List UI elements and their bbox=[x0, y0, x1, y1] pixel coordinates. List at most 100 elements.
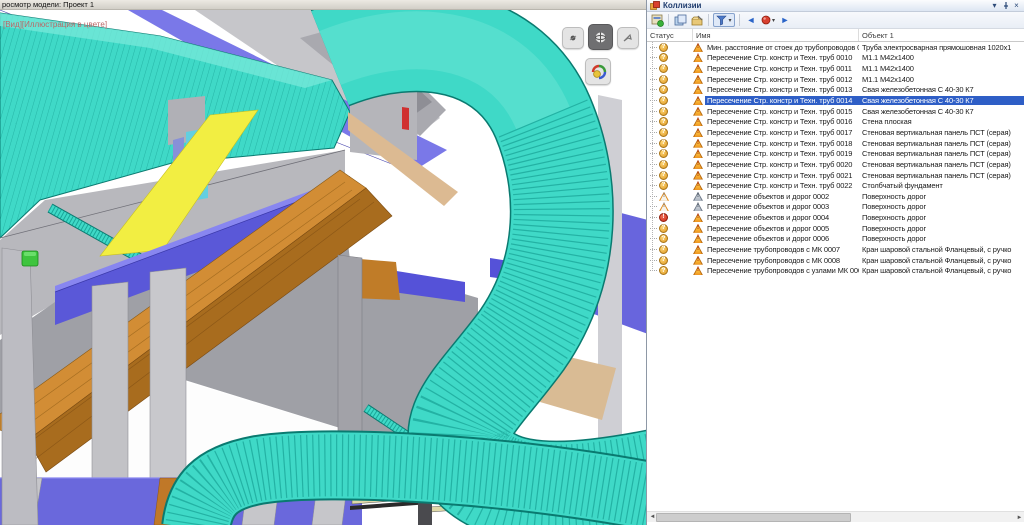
status-question-icon: ? bbox=[659, 160, 668, 169]
collision-row[interactable]: ?!Пересечение Стр. констр и Техн. труб 0… bbox=[647, 106, 1024, 117]
status-question-icon: ? bbox=[659, 96, 668, 105]
collision-row[interactable]: ?!Пересечение Стр. констр и Техн. труб 0… bbox=[647, 127, 1024, 138]
status-question-icon: ? bbox=[659, 245, 668, 254]
column-header-name[interactable]: Имя bbox=[693, 29, 859, 41]
collision-marker-green bbox=[22, 251, 38, 266]
collision-row[interactable]: ?!Пересечение Стр. констр и Техн. труб 0… bbox=[647, 170, 1024, 181]
orbit-button[interactable] bbox=[588, 24, 613, 50]
collision-object: Поверхность дорог bbox=[859, 192, 1024, 201]
collision-warning-icon: ! bbox=[693, 224, 703, 233]
select-button[interactable] bbox=[617, 27, 639, 49]
collision-warning-icon: ! bbox=[693, 43, 703, 52]
collision-row[interactable]: !!Пересечение объектов и дорог 0002Повер… bbox=[647, 191, 1024, 202]
status-question-icon: ? bbox=[659, 107, 668, 116]
status-cell: ? bbox=[647, 256, 693, 265]
collision-row[interactable]: ?!Пересечение трубопроводов с МК 0008Кра… bbox=[647, 255, 1024, 266]
collision-warning-icon: ! bbox=[693, 107, 703, 116]
panel-menu-button[interactable]: ▾ bbox=[990, 1, 999, 10]
collision-object: Поверхность дорог bbox=[859, 224, 1024, 233]
status-cell: ? bbox=[647, 234, 693, 243]
collision-row[interactable]: ?!Пересечение Стр. констр и Техн. труб 0… bbox=[647, 63, 1024, 74]
scrollbar-thumb[interactable] bbox=[656, 513, 851, 522]
collision-row[interactable]: ?!Пересечение Стр. констр и Техн. труб 0… bbox=[647, 159, 1024, 170]
collision-object: Стеновая вертикальная панель ПСТ (серая) bbox=[859, 171, 1024, 180]
collision-warning-icon: ! bbox=[693, 149, 703, 158]
status-cell: ? bbox=[647, 107, 693, 116]
status-cell: ? bbox=[647, 96, 693, 105]
export-icon[interactable] bbox=[690, 13, 704, 27]
collision-warning-icon: ! bbox=[693, 117, 703, 126]
status-cell: ? bbox=[647, 171, 693, 180]
status-question-icon: ? bbox=[659, 43, 668, 52]
collision-list: ? !Мин. расстояние от стоек до трубопрово… bbox=[647, 42, 1024, 276]
collision-row[interactable]: ?!Пересечение объектов и дорог 0006Повер… bbox=[647, 234, 1024, 245]
collision-object: Кран шаровой стальной Фланцевый, с ручко bbox=[859, 266, 1024, 275]
collision-row[interactable]: ?!Пересечение Стр. констр и Техн. труб 0… bbox=[647, 180, 1024, 191]
locate-collision-icon[interactable]: ▾ bbox=[761, 13, 775, 27]
collision-row[interactable]: ? !Мин. расстояние от стоек до трубопрово… bbox=[647, 42, 1024, 53]
collision-row[interactable]: ?!Пересечение Стр. констр и Техн. труб 0… bbox=[647, 53, 1024, 64]
name-cell: !Мин. расстояние от стоек до трубопровод… bbox=[693, 43, 859, 52]
viewport-title: росмотр модели: Проект 1 bbox=[0, 0, 646, 10]
collision-name: Пересечение трубопроводов с МК 0008 bbox=[705, 256, 842, 265]
walk-button[interactable] bbox=[585, 58, 611, 85]
filter-icon[interactable]: ▾ bbox=[713, 13, 735, 27]
collision-row[interactable]: ? !Пересечение Стр. констр и Техн. труб 0… bbox=[647, 95, 1024, 106]
collision-row[interactable]: !!Пересечение объектов и дорог 0004Повер… bbox=[647, 212, 1024, 223]
pin-icon[interactable] bbox=[1001, 1, 1010, 10]
pan-button[interactable] bbox=[562, 27, 584, 49]
column-header-status[interactable]: Статус bbox=[647, 29, 693, 41]
prev-collision-icon[interactable]: ◄ bbox=[744, 13, 758, 27]
close-icon[interactable]: × bbox=[1012, 1, 1021, 10]
collision-row[interactable]: ?!Пересечение Стр. констр и Техн. труб 0… bbox=[647, 116, 1024, 127]
status-question-icon: ? bbox=[659, 85, 668, 94]
collisions-toolbar: ▾ ◄ ▾ ► bbox=[647, 12, 1024, 29]
collision-name: Пересечение Стр. констр и Техн. труб 001… bbox=[705, 75, 854, 84]
column-header-object[interactable]: Объект 1 bbox=[859, 29, 1024, 41]
name-cell: !Пересечение объектов и дорог 0002 bbox=[693, 192, 859, 201]
status-cell: ? bbox=[647, 224, 693, 233]
collision-row[interactable]: ?!Пересечение Стр. констр и Техн. труб 0… bbox=[647, 138, 1024, 149]
name-cell: !Пересечение Стр. констр и Техн. труб 00… bbox=[693, 171, 859, 180]
collision-row[interactable]: ?!Пересечение объектов и дорог 0005Повер… bbox=[647, 223, 1024, 234]
collision-warning-icon: ! bbox=[693, 53, 703, 62]
next-collision-icon[interactable]: ► bbox=[778, 13, 792, 27]
collision-object: Поверхность дорог bbox=[859, 234, 1024, 243]
collision-name: Пересечение Стр. констр и Техн. труб 002… bbox=[705, 171, 854, 180]
collision-row[interactable]: !!Пересечение объектов и дорог 0003Повер… bbox=[647, 202, 1024, 213]
grid-header[interactable]: Статус Имя Объект 1 bbox=[647, 29, 1024, 42]
collision-row[interactable]: ?!Пересечение Стр. констр и Техн. труб 0… bbox=[647, 74, 1024, 85]
collision-name: Пересечение объектов и дорог 0003 bbox=[705, 202, 831, 211]
report-icon[interactable] bbox=[650, 13, 664, 27]
status-question-icon: ? bbox=[659, 139, 668, 148]
name-cell: !Пересечение Стр. констр и Техн. труб 00… bbox=[693, 64, 859, 73]
collision-object: М1.1 М42x1400 bbox=[859, 64, 1024, 73]
collision-warning-icon: ! bbox=[693, 171, 703, 180]
status-question-icon: ? bbox=[659, 53, 668, 62]
collision-row[interactable]: ?!Пересечение Стр. констр и Техн. труб 0… bbox=[647, 148, 1024, 159]
collision-name: Пересечение Стр. констр и Техн. труб 001… bbox=[705, 107, 854, 116]
model-viewport[interactable]: росмотр модели: Проект 1 [Вид][Иллюстрац… bbox=[0, 0, 646, 525]
name-cell: !Пересечение объектов и дорог 0004 bbox=[693, 213, 859, 222]
collision-object: Стеновая вертикальная панель ПСТ (серая) bbox=[859, 139, 1024, 148]
collision-row[interactable]: ?!Пересечение трубопроводов с МК 0007Кра… bbox=[647, 244, 1024, 255]
status-cell: ! bbox=[647, 213, 693, 222]
collision-warning-icon: ! bbox=[693, 139, 703, 148]
scroll-right-arrow[interactable]: ► bbox=[1014, 512, 1024, 523]
status-question-icon: ? bbox=[659, 171, 668, 180]
status-cell: ? bbox=[647, 149, 693, 158]
collision-row[interactable]: ?!Пересечение трубопроводов с узлами МК … bbox=[647, 265, 1024, 276]
copy-view-icon[interactable] bbox=[673, 13, 687, 27]
collisions-panel-titlebar[interactable]: Коллизии ▾ × bbox=[647, 0, 1024, 12]
collision-object: Свая железобетонная С 40-30 К7 bbox=[859, 96, 1024, 105]
collision-warning-icon: ! bbox=[693, 256, 703, 265]
collision-name: Пересечение Стр. констр и Техн. труб 001… bbox=[705, 149, 854, 158]
status-cell: ? bbox=[647, 139, 693, 148]
tree-line bbox=[652, 42, 653, 271]
collision-name: Пересечение Стр. констр и Техн. труб 002… bbox=[705, 160, 854, 169]
panel-title-text: Коллизии bbox=[663, 1, 988, 10]
collision-row[interactable]: ?!Пересечение Стр. констр и Техн. труб 0… bbox=[647, 85, 1024, 96]
name-cell: !Пересечение Стр. констр и Техн. труб 00… bbox=[693, 96, 859, 105]
horizontal-scrollbar[interactable]: ◄ ► bbox=[647, 511, 1024, 522]
collision-object: Кран шаровой стальной Фланцевый, с ручко bbox=[859, 245, 1024, 254]
